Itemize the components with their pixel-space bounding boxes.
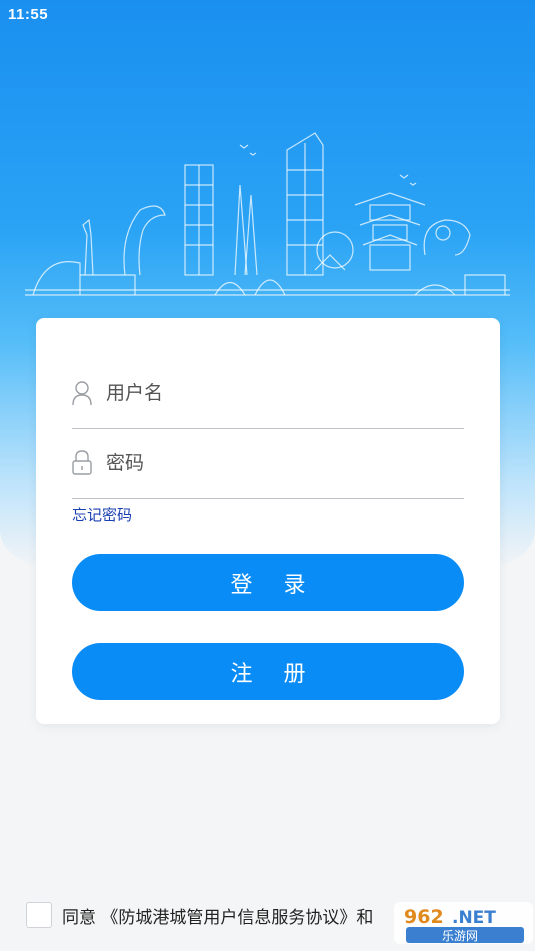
status-time: 11:55 (8, 6, 49, 23)
agreement-text[interactable]: 同意 《防城港城管用户信息服务协议》和 (62, 903, 373, 928)
user-icon (72, 381, 92, 406)
register-button[interactable]: 注 册 (72, 643, 464, 700)
password-field (72, 426, 464, 499)
svg-text:乐游网: 乐游网 (442, 929, 478, 943)
agreement-checkbox[interactable] (26, 902, 52, 928)
watermark-logo: 962 .NET 乐游网 (394, 902, 533, 944)
agreement-row: 同意 《防城港城管用户信息服务协议》和 (26, 900, 373, 930)
lock-icon (72, 450, 92, 475)
username-input[interactable] (106, 376, 446, 410)
login-card: 忘记密码 登 录 注 册 (36, 318, 500, 724)
svg-text:962: 962 (404, 906, 444, 928)
svg-text:.NET: .NET (452, 908, 496, 928)
forgot-password-link[interactable]: 忘记密码 (72, 504, 132, 525)
password-input[interactable] (106, 446, 446, 480)
login-button[interactable]: 登 录 (72, 554, 464, 611)
city-skyline-illustration (25, 132, 510, 296)
username-field (72, 356, 464, 429)
